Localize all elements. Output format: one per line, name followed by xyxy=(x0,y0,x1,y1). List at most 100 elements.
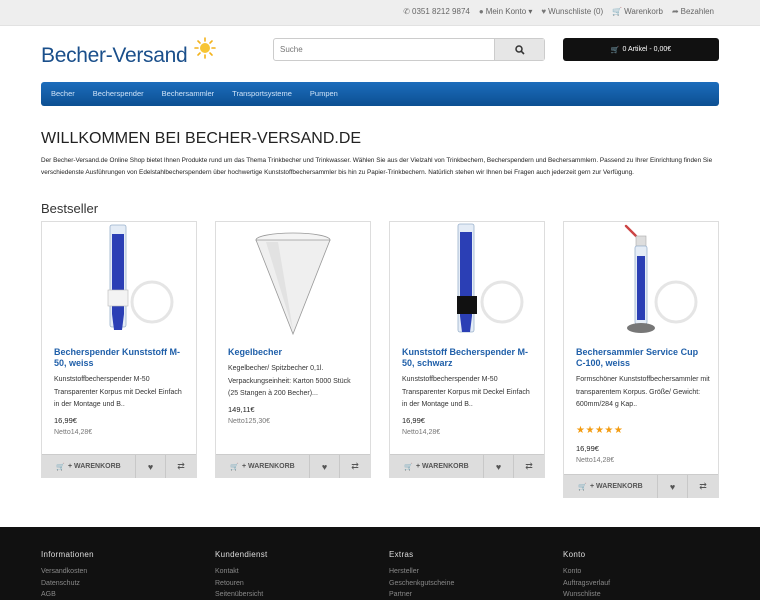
account-menu[interactable]: ● Mein Konto ▾ xyxy=(479,7,533,16)
footer-link[interactable]: Kontakt xyxy=(215,566,268,578)
nav-item-pumpen[interactable]: Pumpen xyxy=(310,82,338,106)
intro-text: Der Becher-Versand.de Online Shop bietet… xyxy=(41,157,713,176)
nav-item-bechersammler[interactable]: Bechersammler xyxy=(162,82,215,106)
footer-column-konto: Konto Konto Auftragsverlauf Wunschliste xyxy=(563,550,610,600)
star-icon: ★ xyxy=(613,425,624,436)
product-name[interactable]: Becherspender Kunststoff M-50, weiss xyxy=(54,347,186,368)
footer-link[interactable]: AGB xyxy=(41,589,94,600)
search-icon xyxy=(514,44,525,55)
search-input[interactable] xyxy=(274,39,494,60)
product-card: Becherspender Kunststoff M-50, weiss Kun… xyxy=(41,221,197,478)
footer-column-kundendienst: Kundendienst Kontakt Retouren Seitenüber… xyxy=(215,550,268,600)
footer-link[interactable]: Datenschutz xyxy=(41,578,94,590)
add-to-cart-button[interactable]: 🛒 + WARENKORB xyxy=(42,455,136,478)
product-netto-price: Netto14,28€ xyxy=(576,457,615,464)
cart-icon: 🛒 xyxy=(610,46,620,54)
product-description: Kunststoffbecherspender M-50 Transparent… xyxy=(54,376,182,408)
footer-link[interactable]: Hersteller xyxy=(389,566,454,578)
product-price: 16,99€ xyxy=(576,444,599,453)
product-price: 149,11€ xyxy=(228,405,255,414)
sun-icon xyxy=(194,37,216,59)
footer-column-extras: Extras Hersteller Geschenkgutscheine Par… xyxy=(389,550,454,600)
user-icon: ● xyxy=(478,7,484,16)
product-image[interactable] xyxy=(216,222,370,340)
search-box xyxy=(273,38,545,61)
product-name[interactable]: Bechersammler Service Cup C-100, weiss xyxy=(576,347,708,368)
cart-summary: 0 Artikel - 0,00€ xyxy=(622,46,672,53)
product-actions: 🛒 + WARENKORB ♥ ⇄ xyxy=(42,454,196,478)
checkout-link[interactable]: ➦ Bezahlen xyxy=(672,7,714,16)
product-image[interactable] xyxy=(564,222,718,340)
wishlist-button[interactable]: ♥ xyxy=(136,455,166,478)
cart-button[interactable]: 🛒 0 Artikel - 0,00€ xyxy=(563,38,719,61)
rating-stars: ★★★★★ xyxy=(576,425,623,436)
product-actions: 🛒 + WARENKORB ♥ ⇄ xyxy=(390,454,544,478)
site-footer: Informationen Versandkosten Datenschutz … xyxy=(0,527,760,600)
product-description: Formschöner Kunststoffbechersammler mit … xyxy=(576,376,710,408)
footer-link[interactable]: Partner xyxy=(389,589,454,600)
product-actions: 🛒 + WARENKORB ♥ ⇄ xyxy=(216,454,370,478)
heart-icon: ♥ xyxy=(321,461,328,472)
footer-link[interactable]: Geschenkgutscheine xyxy=(389,578,454,590)
product-actions: 🛒 + WARENKORB ♥ ⇄ xyxy=(564,474,718,498)
footer-link[interactable]: Versandkosten xyxy=(41,566,94,578)
heart-icon: ♥ xyxy=(541,7,547,16)
cart-link[interactable]: 🛒 Warenkorb xyxy=(612,7,663,16)
product-image[interactable] xyxy=(390,222,544,340)
footer-link[interactable]: Retouren xyxy=(215,578,268,590)
product-card: Kegelbecher Kegelbecher/ Spitzbecher 0,1… xyxy=(215,221,371,478)
compare-button[interactable]: ⇄ xyxy=(514,455,544,478)
footer-column-informationen: Informationen Versandkosten Datenschutz … xyxy=(41,550,94,600)
add-to-cart-button[interactable]: 🛒 + WARENKORB xyxy=(216,455,310,478)
compare-icon: ⇄ xyxy=(177,461,185,471)
phone-link[interactable]: ✆ 0351 8212 9874 xyxy=(403,7,470,16)
footer-link[interactable]: Konto xyxy=(563,566,610,578)
compare-icon: ⇄ xyxy=(351,461,359,471)
main-nav: Becher Becherspender Bechersammler Trans… xyxy=(41,82,719,106)
wishlist-button[interactable]: ♥ xyxy=(658,475,688,498)
share-icon: ➦ xyxy=(671,7,679,16)
product-card: Kunststoff Becherspender M-50, schwarz K… xyxy=(389,221,545,478)
product-price: 16,99€ xyxy=(54,416,77,425)
product-netto-price: Netto14,28€ xyxy=(402,429,441,436)
wishlist-button[interactable]: ♥ xyxy=(484,455,514,478)
cart-icon: 🛒 xyxy=(578,483,587,491)
star-icon: ★ xyxy=(604,425,614,436)
footer-link[interactable]: Seitenübersicht xyxy=(215,589,268,600)
section-title: Bestseller xyxy=(41,201,99,216)
compare-button[interactable]: ⇄ xyxy=(340,455,370,478)
product-name[interactable]: Kunststoff Becherspender M-50, schwarz xyxy=(402,347,534,368)
product-price: 16,99€ xyxy=(402,416,425,425)
site-logo[interactable]: Becher-Versand xyxy=(41,37,216,69)
compare-button[interactable]: ⇄ xyxy=(688,475,718,498)
logo-text: Becher-Versand xyxy=(41,44,188,67)
product-description: Kegelbecher/ Spitzbecher 0,1l. Verpackun… xyxy=(228,365,351,397)
top-nav: ✆ 0351 8212 9874 ● Mein Konto ▾ ♥ Wunschlis… xyxy=(403,7,714,16)
search-button[interactable] xyxy=(494,39,544,60)
cart-icon: 🛒 xyxy=(230,463,239,471)
product-netto-price: Netto14,28€ xyxy=(54,429,93,436)
wishlist-button[interactable]: ♥ xyxy=(310,455,340,478)
footer-link[interactable]: Auftragsverlauf xyxy=(563,578,610,590)
caret-down-icon: ▾ xyxy=(528,7,533,16)
product-description: Kunststoffbecherspender M-50 Transparent… xyxy=(402,376,530,408)
nav-item-becherspender[interactable]: Becherspender xyxy=(93,82,144,106)
nav-item-becher[interactable]: Becher xyxy=(51,82,75,106)
add-to-cart-button[interactable]: 🛒 + WARENKORB xyxy=(564,475,658,498)
product-name[interactable]: Kegelbecher xyxy=(228,347,360,358)
heart-icon: ♥ xyxy=(495,461,502,472)
cart-icon: 🛒 xyxy=(404,463,413,471)
footer-heading: Kundendienst xyxy=(215,550,268,559)
product-card: Bechersammler Service Cup C-100, weiss F… xyxy=(563,221,719,498)
wishlist-link[interactable]: ♥ Wunschliste (0) xyxy=(541,7,603,16)
footer-link[interactable]: Wunschliste xyxy=(563,589,610,600)
heart-icon: ♥ xyxy=(147,461,154,472)
product-image[interactable] xyxy=(42,222,196,340)
footer-heading: Extras xyxy=(389,550,414,559)
product-netto-price: Netto125,30€ xyxy=(228,418,271,425)
compare-button[interactable]: ⇄ xyxy=(166,455,196,478)
top-bar: ✆ 0351 8212 9874 ● Mein Konto ▾ ♥ Wunschlis… xyxy=(0,0,760,26)
star-icon: ★ xyxy=(585,425,595,436)
add-to-cart-button[interactable]: 🛒 + WARENKORB xyxy=(390,455,484,478)
nav-item-transportsysteme[interactable]: Transportsysteme xyxy=(232,82,292,106)
